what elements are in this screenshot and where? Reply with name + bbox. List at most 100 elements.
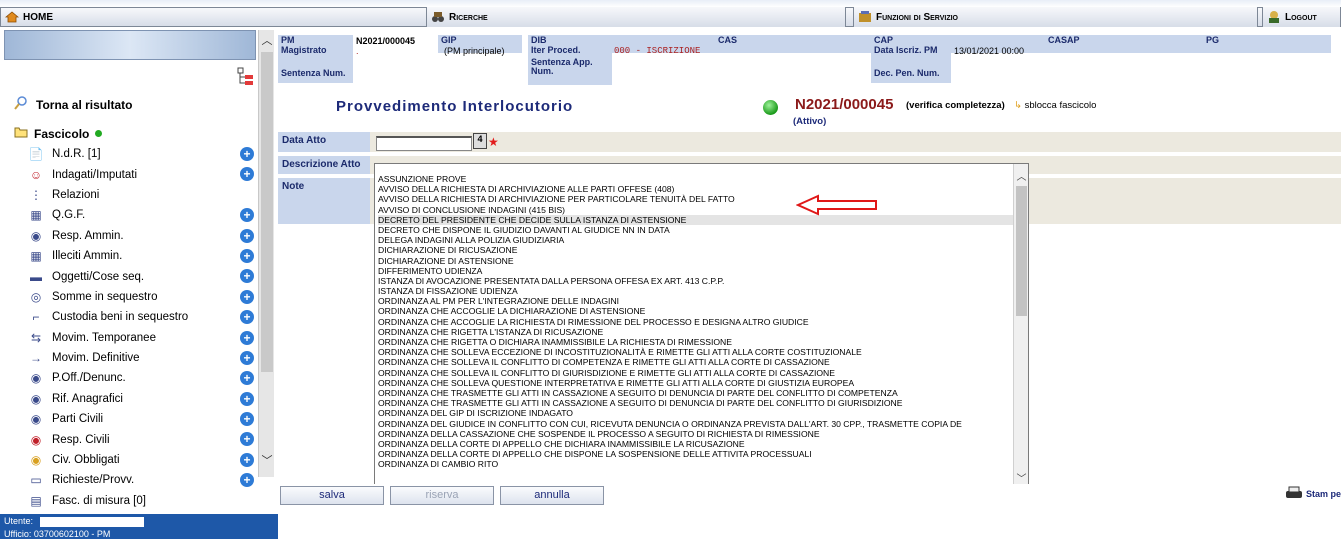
dropdown-option[interactable]: ORDINANZA CHE SOLLEVA QUESTIONE INTERPRE… — [378, 378, 1013, 388]
dropdown-option[interactable]: DIFFERIMENTO UDIENZA — [378, 266, 1013, 276]
dropdown-option[interactable]: AVVISO DELLA RICHIESTA DI ARCHIVIAZIONE … — [378, 184, 1013, 194]
add-icon[interactable]: + — [240, 432, 254, 447]
sidebar-item[interactable]: ◎ Somme in sequestro + — [28, 287, 254, 307]
sidebar-item[interactable]: ◉ Resp. Civili + — [28, 429, 254, 449]
verifica-link[interactable]: (verifica completezza) — [906, 100, 1005, 111]
dropdown-option[interactable]: ORDINANZA CHE SOLLEVA ECCEZIONE DI INCOS… — [378, 347, 1013, 357]
sidebar-item[interactable]: ◉ P.Off./Denunc. + — [28, 368, 254, 388]
add-icon[interactable]: + — [240, 371, 254, 386]
sidebar-item[interactable]: ⇆ Movim. Temporanee + — [28, 328, 254, 348]
add-icon[interactable]: + — [240, 350, 254, 365]
person-icon: ☺ — [29, 167, 43, 182]
magistrato-header-label: Magistrato — [278, 45, 353, 63]
add-icon[interactable]: + — [240, 167, 254, 182]
sidebar-item[interactable]: 📄 N.d.R. [1] + — [28, 144, 254, 164]
descrizione-atto-dropdown[interactable]: ASSUNZIONE PROVE AVVISO DELLA RICHIESTA D… — [374, 163, 1029, 495]
sidebar-item[interactable]: ◉ Resp. Ammin. + — [28, 226, 254, 246]
dropdown-option[interactable]: AVVISO DI CONCLUSIONE INDAGINI (415 BIS) — [378, 205, 1013, 215]
iter-value: 000 - ISCRIZIONE — [614, 46, 701, 56]
add-icon[interactable]: + — [240, 310, 254, 325]
dropdown-option[interactable]: ORDINANZA CHE SOLLEVA IL CONFLITTO DI CO… — [378, 357, 1013, 367]
dropdown-option[interactable]: ORDINANZA CHE RIGETTA O DICHIARA INAMMIS… — [378, 337, 1013, 347]
dropdown-option[interactable]: DECRETO CHE DISPONE IL GIUDIZIO DAVANTI … — [378, 225, 1013, 235]
dropdown-option[interactable]: DECRETO DEL PRESIDENTE CHE DECIDE SULLA … — [378, 214, 1013, 225]
sidebar-item[interactable]: ▬ Oggetti/Cose seq. + — [28, 266, 254, 286]
sidebar-item[interactable]: → Movim. Definitive + — [28, 348, 254, 368]
dropdown-option[interactable]: ORDINANZA DELLA CORTE DI APPELLO CHE DIC… — [378, 439, 1013, 449]
riserva-button[interactable]: riserva — [390, 486, 494, 505]
sidebar-item[interactable]: ▦ Illeciti Ammin. + — [28, 246, 254, 266]
dropdown-option[interactable]: DELEGA INDAGINI ALLA POLIZIA GIUDIZIARIA — [378, 235, 1013, 245]
data-atto-input[interactable] — [376, 136, 472, 151]
dropdown-option[interactable]: AVVISO DELLA RICHIESTA DI ARCHIVIAZIONE … — [378, 194, 1013, 204]
sidebar-item-label: Civ. Obbligati — [52, 454, 120, 467]
dropdown-scroll-up-icon[interactable]: ︿ — [1014, 168, 1028, 183]
sidebar-scrollbar[interactable]: ︿ ﹀ — [258, 30, 274, 477]
top-nav-bar: HOME Ricerche Funzioni di Servizio Logou… — [0, 0, 1341, 30]
funzioni-label: Funzioni di Servizio — [876, 11, 958, 23]
dropdown-option[interactable]: ORDINANZA CHE TRASMETTE GLI ATTI IN CASS… — [378, 398, 1013, 408]
dropdown-option[interactable]: ORDINANZA DEL GIUDICE IN CONFLITTO CON C… — [378, 419, 1013, 429]
stampe-button[interactable]: Stam pe — [1285, 486, 1341, 502]
add-icon[interactable]: + — [240, 289, 254, 304]
logout-nav-button[interactable]: Logout — [1262, 7, 1341, 27]
dropdown-option[interactable]: ISTANZA DI AVOCAZIONE PRESENTATA DALLA P… — [378, 276, 1013, 286]
tree-view-icon[interactable] — [236, 66, 254, 88]
sidebar-item[interactable]: ◉ Parti Civili + — [28, 409, 254, 429]
dropdown-option[interactable]: ORDINANZA CHE SOLLEVA IL CONFLITTO DI GI… — [378, 368, 1013, 378]
calendar-icon[interactable]: 4 — [473, 133, 487, 149]
dropdown-option[interactable]: ORDINANZA CHE ACCOGLIE LA DICHIARAZIONE … — [378, 306, 1013, 316]
sidebar-item[interactable]: ◉ Civ. Obbligati + — [28, 450, 254, 470]
funzioni-nav-button[interactable]: Funzioni di Servizio — [853, 7, 1258, 27]
document-icon: 📄 — [28, 147, 44, 162]
arrow-right-icon: → — [30, 351, 42, 366]
add-icon[interactable]: + — [240, 147, 254, 161]
scroll-down-icon[interactable]: ﹀ — [259, 452, 275, 468]
sidebar-item-label: Resp. Civili — [52, 433, 110, 446]
sidebar-item[interactable]: ⋮ Relazioni — [28, 185, 254, 205]
add-icon[interactable]: + — [240, 269, 254, 284]
sidebar-item[interactable]: ▦ Q.G.F. + — [28, 205, 254, 225]
scroll-up-icon[interactable]: ︿ — [259, 32, 275, 48]
person-icon: ◉ — [30, 432, 42, 447]
fascicolo-node[interactable]: Fascicolo — [14, 126, 103, 141]
sidebar-scroll-thumb[interactable] — [261, 52, 273, 372]
dropdown-option[interactable]: ORDINANZA CHE TRASMETTE GLI ATTI IN CASS… — [378, 388, 1013, 398]
sidebar-item-label: Rif. Anagrafici — [52, 392, 123, 405]
add-icon[interactable]: + — [240, 330, 254, 345]
dropdown-option[interactable]: ORDINANZA AL PM PER L'INTEGRAZIONE DELLE… — [378, 296, 1013, 306]
dropdown-option[interactable]: ASSUNZIONE PROVE — [378, 174, 1013, 184]
add-icon[interactable]: + — [240, 248, 254, 263]
sidebar-item[interactable]: ▤ Fasc. di misura [0] — [28, 491, 254, 511]
relations-icon: ⋮ — [30, 187, 42, 202]
dropdown-scrollbar[interactable]: ︿ ﹀ — [1013, 164, 1028, 494]
dropdown-option[interactable]: DICHIARAZIONE DI RICUSAZIONE — [378, 245, 1013, 255]
torna-al-risultato-link[interactable]: Torna al risultato — [14, 96, 132, 113]
add-icon[interactable]: + — [240, 473, 254, 488]
add-icon[interactable]: + — [240, 228, 254, 243]
annulla-button[interactable]: annulla — [500, 486, 604, 505]
add-icon[interactable]: + — [240, 208, 254, 223]
sidebar-item[interactable]: ▭ Richieste/Provv. + — [28, 470, 254, 490]
add-icon[interactable]: + — [240, 452, 254, 467]
ricerche-nav-button[interactable]: Ricerche — [426, 7, 846, 27]
dropdown-option[interactable]: ISTANZA DI FISSAZIONE UDIENZA — [378, 286, 1013, 296]
sidebar-item[interactable]: ◉ Rif. Anagrafici + — [28, 389, 254, 409]
dropdown-scroll-thumb[interactable] — [1016, 186, 1027, 316]
sblocca-label: sblocca fascicolo — [1024, 100, 1097, 111]
add-icon[interactable]: + — [240, 412, 254, 427]
dropdown-option[interactable]: ORDINANZA CHE RIGETTA L'ISTANZA DI RICUS… — [378, 327, 1013, 337]
add-icon[interactable]: + — [240, 391, 254, 406]
dropdown-option[interactable]: ORDINANZA CHE ACCOGLIE LA RICHIESTA DI R… — [378, 317, 1013, 327]
dropdown-option[interactable]: ORDINANZA DELLA CORTE DI APPELLO CHE DIS… — [378, 449, 1013, 459]
dropdown-option[interactable]: ORDINANZA DI CAMBIO RITO — [378, 459, 1013, 469]
dropdown-option[interactable]: ORDINANZA DEL GIP DI ISCRIZIONE INDAGATO — [378, 408, 1013, 418]
sidebar-item[interactable]: ⌐ Custodia beni in sequestro + — [28, 307, 254, 327]
sidebar-item-label: P.Off./Denunc. — [52, 372, 126, 385]
dropdown-option[interactable]: DICHIARAZIONE DI ASTENSIONE — [378, 256, 1013, 266]
salva-button[interactable]: salva — [280, 486, 384, 505]
dropdown-scroll-down-icon[interactable]: ﹀ — [1014, 470, 1028, 485]
dropdown-option[interactable]: ORDINANZA DELLA CASSAZIONE CHE SOSPENDE … — [378, 429, 1013, 439]
sidebar-item[interactable]: ☺ Indagati/Imputati + — [28, 164, 254, 184]
sblocca-link[interactable]: ↳ sblocca fascicolo — [1014, 100, 1096, 111]
